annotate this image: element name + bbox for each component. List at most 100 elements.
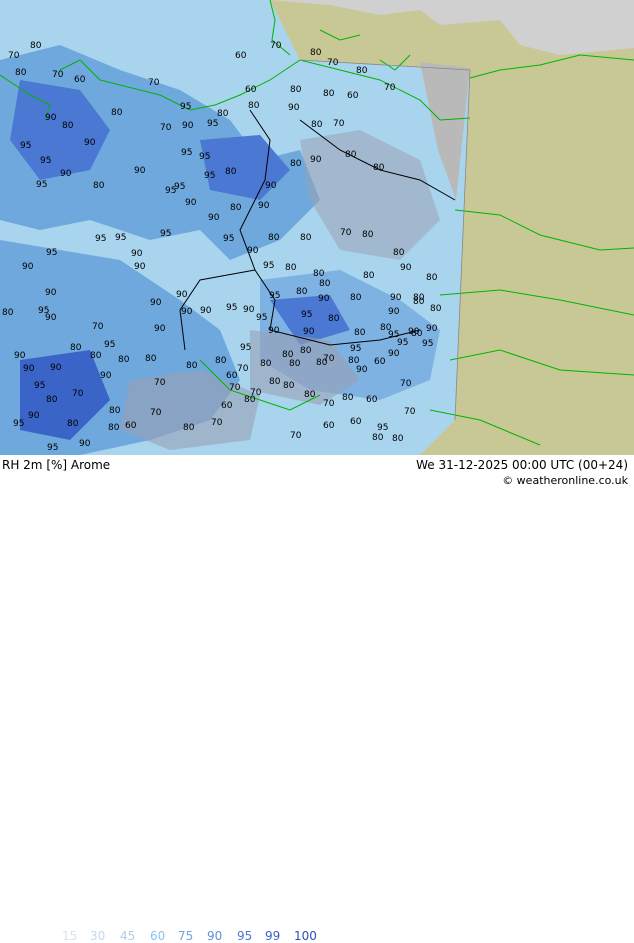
legend-value: 95 (237, 929, 253, 943)
contour-label: 70 (148, 78, 160, 88)
contour-label: 90 (131, 249, 143, 259)
contour-label: 90 (134, 262, 146, 272)
contour-label: 95 (397, 338, 408, 348)
contour-label: 80 (46, 395, 58, 405)
contour-label: 80 (70, 343, 82, 353)
rh-map: 80 70 80 70 60 70 60 70 80 70 80 70 60 80 80 95 90 80 90 80… (0, 0, 634, 455)
contour-label: 80 (311, 120, 323, 130)
contour-label: 90 (23, 364, 35, 374)
contour-label: 90 (181, 307, 193, 317)
contour-label: 80 (362, 230, 374, 240)
contour-label: 80 (319, 279, 331, 289)
contour-label: 90 (390, 293, 402, 303)
contour-label: 70 (290, 431, 302, 441)
contour-label: 90 (400, 263, 412, 273)
contour-label: 80 (304, 390, 316, 400)
contour-label: 95 (422, 339, 433, 349)
contour-label: 80 (310, 48, 322, 58)
contour-label: 95 (240, 343, 251, 353)
contour-label: 80 (217, 109, 229, 119)
map-title: RH 2m [%] Arome (2, 458, 111, 472)
contour-label: 70 (52, 70, 64, 80)
contour-label: 80 (296, 287, 308, 297)
contour-label: 95 (223, 234, 234, 244)
contour-label: 80 (111, 108, 123, 118)
contour-label: 90 (208, 213, 220, 223)
contour-label: 80 (230, 203, 242, 213)
contour-label: 80 (248, 101, 260, 111)
contour-label: 80 (328, 314, 340, 324)
contour-label: 80 (145, 354, 157, 364)
contour-label: 95 (104, 340, 115, 350)
contour-label: 90 (50, 363, 62, 373)
contour-label: 70 (404, 407, 416, 417)
contour-label: 95 (20, 141, 31, 151)
contour-label: 80 (260, 359, 272, 369)
legend-value: 60 (150, 929, 166, 943)
contour-label: 95 (199, 152, 210, 162)
contour-label: 90 (22, 262, 34, 272)
contour-label: 90 (79, 439, 91, 449)
site-credit[interactable]: © weatheronline.co.uk (502, 474, 628, 487)
contour-label: 95 (160, 229, 171, 239)
contour-label: 60 (245, 85, 257, 95)
legend-value: 30 (90, 929, 106, 943)
contour-label: 95 (34, 381, 45, 391)
contour-label: 70 (323, 399, 335, 409)
contour-label: 90 (200, 306, 212, 316)
contour-label: 90 (84, 138, 96, 148)
contour-label: 90 (243, 305, 255, 315)
contour-label: 90 (388, 349, 400, 359)
contour-label: 90 (14, 351, 26, 361)
contour-label: 80 (290, 159, 302, 169)
contour-label: 80 (108, 423, 120, 433)
contour-label: 80 (15, 68, 27, 78)
contour-label: 80 (345, 150, 357, 160)
contour-label: 70 (92, 322, 104, 332)
contour-label: 90 (265, 181, 277, 191)
contour-label: 80 (313, 269, 325, 279)
contour-label: 80 (285, 263, 297, 273)
contour-label: 80 (392, 434, 404, 444)
contour-label: 90 (150, 298, 162, 308)
contour-label: 80 (300, 233, 312, 243)
legend-value: 15 (62, 929, 78, 943)
contour-label: 95 (263, 261, 274, 271)
contour-label: 80 (244, 395, 256, 405)
contour-label: 80 (2, 308, 14, 318)
contour-label: 80 (186, 361, 198, 371)
contour-label: 95 (269, 291, 280, 301)
contour-label: 90 (268, 326, 280, 336)
contour-label: 95 (180, 102, 191, 112)
contour-label: 80 (290, 85, 302, 95)
contour-label: 60 (235, 51, 247, 61)
contour-label: 60 (125, 421, 137, 431)
contour-label: 95 (256, 313, 267, 323)
legend-value: 75 (178, 929, 194, 943)
contour-label: 60 (366, 395, 378, 405)
contour-label: 90 (288, 103, 300, 113)
contour-label: 80 (373, 163, 385, 173)
contour-label: 80 (372, 433, 384, 443)
contour-label: 90 (388, 307, 400, 317)
contour-label: 95 (46, 248, 57, 258)
contour-label: 95 (36, 180, 47, 190)
contour-label: 80 (289, 359, 301, 369)
contour-label: 80 (30, 41, 42, 51)
contour-label: 90 (356, 365, 368, 375)
contour-label: 90 (258, 201, 270, 211)
contour-label: 95 (226, 303, 237, 313)
contour-label: 80 (215, 356, 227, 366)
footer-bar: RH 2m [%] Arome We 31-12-2025 00:00 UTC … (0, 455, 634, 943)
contour-label: 80 (67, 419, 79, 429)
contour-label: 60 (221, 401, 233, 411)
contour-label: 80 (93, 181, 105, 191)
contour-label: 70 (229, 383, 241, 393)
contour-label: 90 (45, 313, 57, 323)
contour-label: 70 (340, 228, 352, 238)
contour-label: 80 (269, 377, 281, 387)
contour-label: 90 (310, 155, 322, 165)
contour-label: 80 (323, 89, 335, 99)
contour-label: 80 (300, 346, 312, 356)
contour-label: 90 (45, 113, 57, 123)
